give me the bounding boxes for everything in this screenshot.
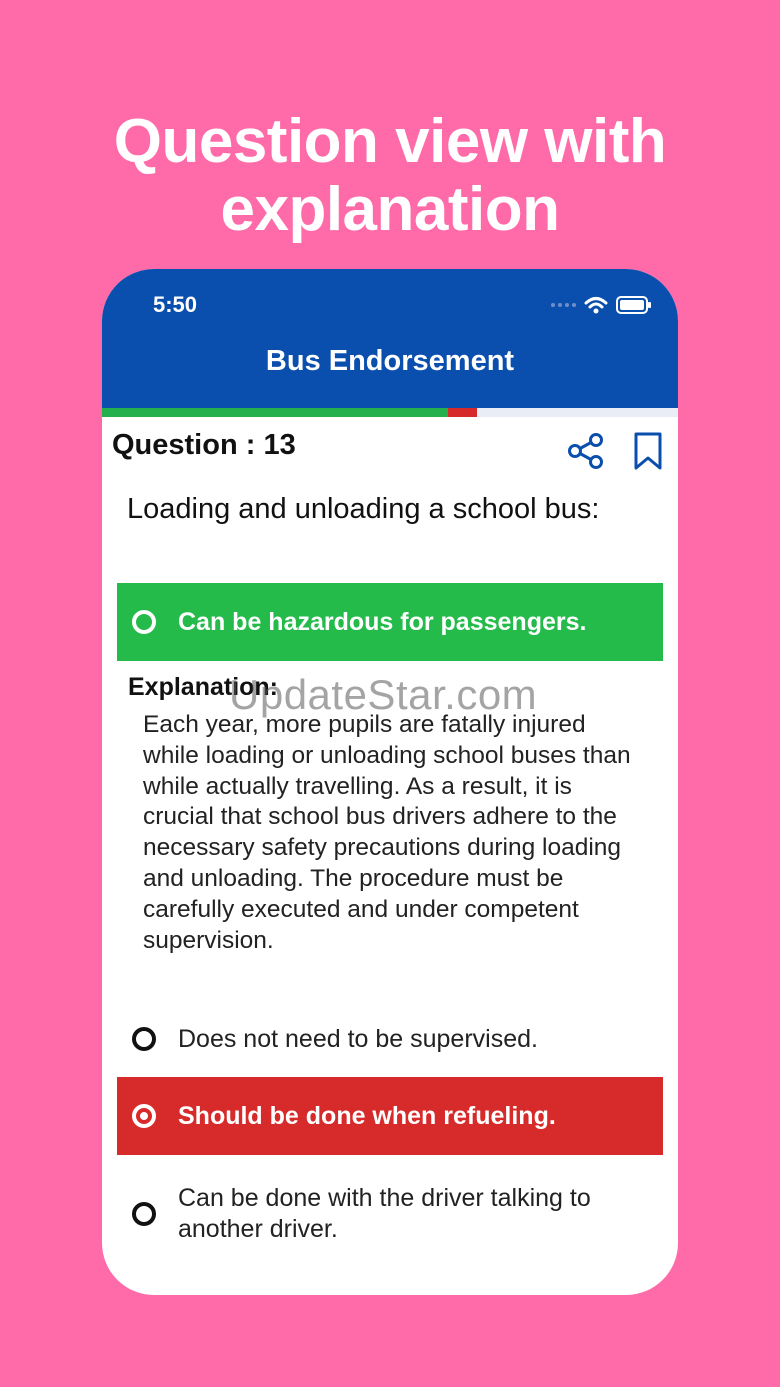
promo-title-line-1: Question view with	[113, 107, 667, 176]
radio-selected-icon	[132, 1104, 156, 1128]
promo-title: Question view with explanation	[0, 108, 780, 244]
option-label: Can be hazardous for passengers.	[178, 607, 587, 636]
question-text: Loading and unloading a school bus:	[127, 493, 600, 525]
share-icon[interactable]	[567, 432, 605, 470]
wifi-icon	[584, 297, 608, 314]
nav-title: Bus Endorsement	[265, 345, 515, 377]
explanation-title: Explanation:	[128, 673, 279, 701]
option-2[interactable]: Does not need to be supervised.	[117, 1011, 663, 1067]
app-header: 5:50 Bus Endorsement	[102, 269, 678, 409]
option-label: Should be done when refueling.	[178, 1101, 556, 1130]
question-number: Question : 13	[112, 429, 296, 461]
option-3[interactable]: Should be done when refueling.	[117, 1077, 663, 1155]
status-time: 5:50	[153, 292, 198, 317]
radio-icon	[132, 1202, 156, 1226]
option-1[interactable]: Can be hazardous for passengers.	[117, 583, 663, 661]
progress-wrong	[448, 408, 477, 417]
status-icons	[550, 293, 652, 317]
option-4[interactable]: Can be done with the driver talking to a…	[117, 1175, 663, 1253]
promo-title-line-2: explanation	[220, 175, 560, 244]
option-label: Can be done with the driver talking to a…	[178, 1184, 591, 1243]
phone-screen: 5:50 Bus Endorsement Question : 13 Loadi…	[102, 269, 678, 1295]
radio-icon	[132, 610, 156, 634]
battery-icon	[616, 296, 651, 314]
radio-icon	[132, 1027, 156, 1051]
signal-icon	[551, 303, 576, 307]
explanation-body: Each year, more pupils are fatally injur…	[143, 711, 631, 954]
progress-bar	[102, 408, 678, 417]
option-label: Does not need to be supervised.	[178, 1024, 538, 1053]
bookmark-icon[interactable]	[632, 431, 664, 471]
progress-correct	[102, 408, 448, 417]
